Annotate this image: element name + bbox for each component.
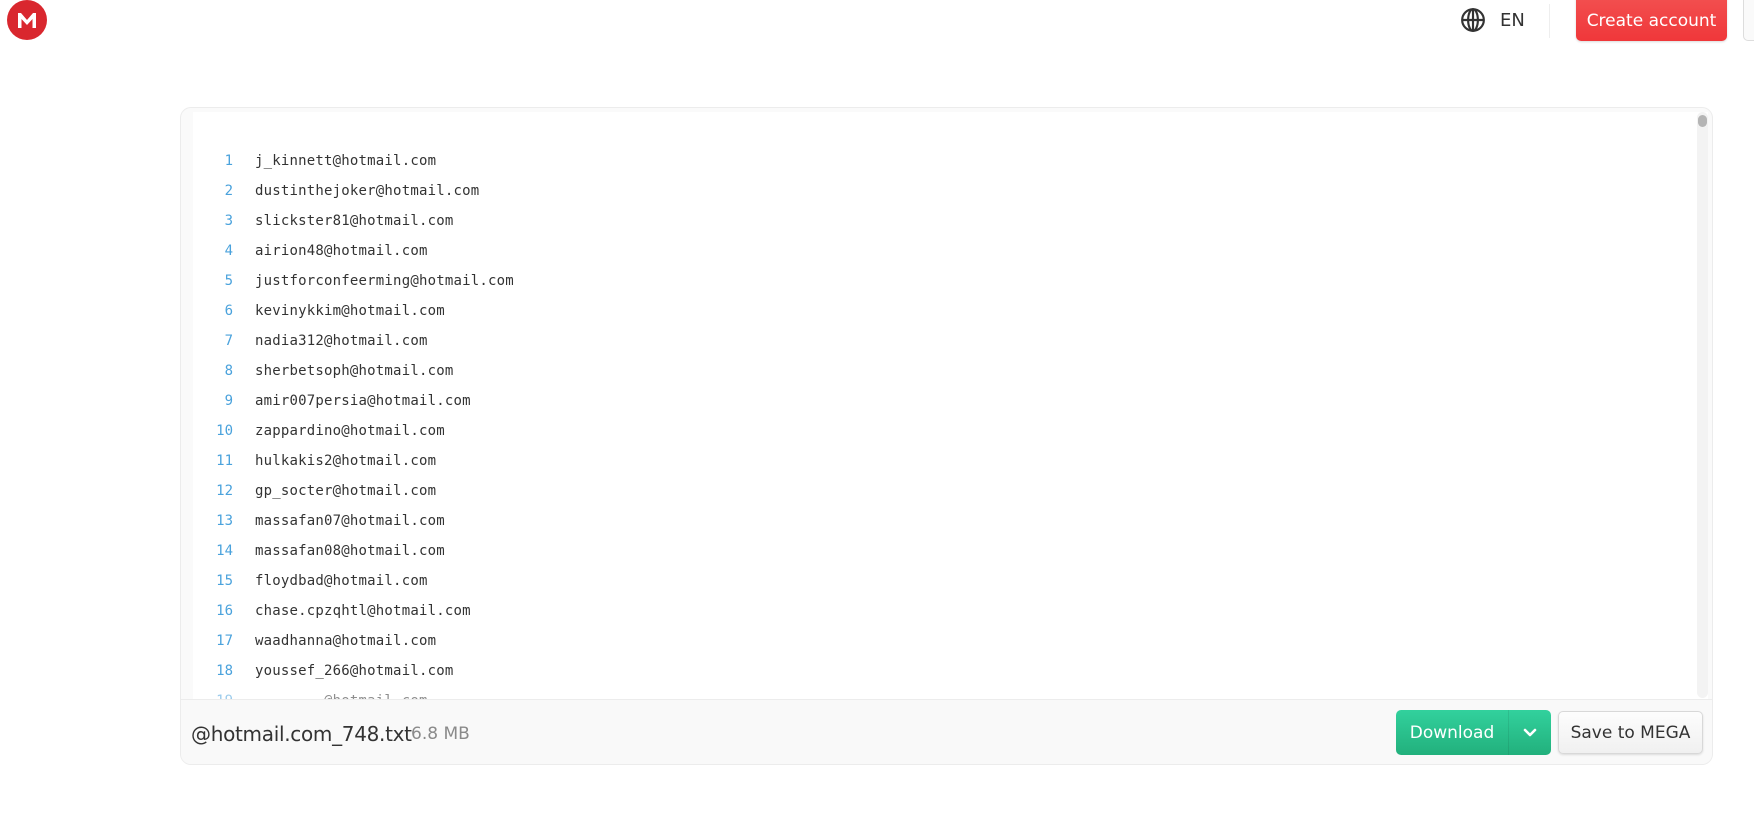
line-text: gp_socter@hotmail.com (255, 483, 437, 499)
line-number: 8 (224, 363, 233, 379)
chevron-down-icon (1523, 728, 1537, 736)
line-text: nadia312@hotmail.com (255, 333, 428, 349)
line-text: sherbetsoph@hotmail.com (255, 363, 454, 379)
line-text: j_kinnett@hotmail.com (255, 153, 437, 169)
line-number: 6 (224, 303, 233, 319)
line-text: justforconfeerming@hotmail.com (255, 273, 514, 289)
line-text: hulkakis2@hotmail.com (255, 453, 437, 469)
text-line: 15 floydbad@hotmail.com (193, 566, 1708, 596)
line-number: 18 (216, 663, 233, 679)
file-size: 6.8 MB (411, 724, 470, 744)
save-to-mega-button[interactable]: Save to MEGA (1558, 711, 1703, 754)
line-number: 15 (216, 573, 233, 589)
header-divider (1549, 4, 1550, 38)
line-number: 1 (224, 153, 233, 169)
mega-m-icon (18, 13, 36, 28)
line-number: 4 (224, 243, 233, 259)
globe-icon (1461, 8, 1485, 32)
line-number: 17 (216, 633, 233, 649)
text-line: 19........@hotmail.com (193, 686, 1708, 699)
line-number: 12 (216, 483, 233, 499)
scrollbar-thumb[interactable] (1698, 115, 1707, 127)
text-line: 6 kevinykkim@hotmail.com (193, 296, 1708, 326)
text-line: 17 waadhanna@hotmail.com (193, 626, 1708, 656)
line-text: amir007persia@hotmail.com (255, 393, 471, 409)
mega-logo[interactable] (7, 0, 47, 40)
language-code: EN (1500, 9, 1525, 31)
file-footer: @hotmail.com_748.txt 6.8 MB Download Sav… (181, 699, 1712, 764)
file-preview-card: 1 j_kinnett@hotmail.com 2 dustinthejoker@ho… (180, 107, 1713, 765)
text-line: 4 airion48@hotmail.com (193, 236, 1708, 266)
line-text: slickster81@hotmail.com (255, 213, 454, 229)
line-text: massafan07@hotmail.com (255, 513, 445, 529)
text-lines: 1 j_kinnett@hotmail.com 2 dustinthejoker@ho… (193, 146, 1708, 699)
text-line: 7 nadia312@hotmail.com (193, 326, 1708, 356)
line-text: waadhanna@hotmail.com (255, 633, 437, 649)
download-options-button[interactable] (1509, 710, 1551, 755)
text-line: 12 gp_socter@hotmail.com (193, 476, 1708, 506)
text-viewer[interactable]: 1 j_kinnett@hotmail.com 2 dustinthejoker@ho… (193, 112, 1708, 699)
line-text: floydbad@hotmail.com (255, 573, 428, 589)
text-line: 16 chase.cpzqhtl@hotmail.com (193, 596, 1708, 626)
text-line: 10 zappardino@hotmail.com (193, 416, 1708, 446)
text-line: 1 j_kinnett@hotmail.com (193, 146, 1708, 176)
line-text: massafan08@hotmail.com (255, 543, 445, 559)
line-text: zappardino@hotmail.com (255, 423, 445, 439)
line-number: 3 (224, 213, 233, 229)
text-line: 5 justforconfeerming@hotmail.com (193, 266, 1708, 296)
text-line: 2 dustinthejoker@hotmail.com (193, 176, 1708, 206)
file-name: @hotmail.com_748.txt (191, 722, 412, 746)
line-number: 14 (216, 543, 233, 559)
text-line: 14 massafan08@hotmail.com (193, 536, 1708, 566)
line-number: 5 (224, 273, 233, 289)
language-selector[interactable]: EN (1460, 6, 1525, 34)
line-number: 10 (216, 423, 233, 439)
line-text: kevinykkim@hotmail.com (255, 303, 445, 319)
line-text: dustinthejoker@hotmail.com (255, 183, 480, 199)
download-button[interactable]: Download (1396, 710, 1508, 755)
viewer-scrollbar[interactable] (1697, 112, 1708, 698)
text-line: 18 youssef_266@hotmail.com (193, 656, 1708, 686)
line-number: 2 (224, 183, 233, 199)
text-line: 3 slickster81@hotmail.com (193, 206, 1708, 236)
text-line: 11 hulkakis2@hotmail.com (193, 446, 1708, 476)
line-text: airion48@hotmail.com (255, 243, 428, 259)
line-number: 7 (224, 333, 233, 349)
line-number: 11 (216, 453, 233, 469)
text-line: 8 sherbetsoph@hotmail.com (193, 356, 1708, 386)
line-number: 16 (216, 603, 233, 619)
create-account-button[interactable]: Create account (1576, 0, 1727, 41)
line-text: youssef_266@hotmail.com (255, 663, 454, 679)
download-button-group: Download (1396, 710, 1551, 755)
text-line: 9 amir007persia@hotmail.com (193, 386, 1708, 416)
line-number: 9 (224, 393, 233, 409)
login-button[interactable] (1743, 0, 1754, 41)
text-line: 13 massafan07@hotmail.com (193, 506, 1708, 536)
line-text: chase.cpzqhtl@hotmail.com (255, 603, 471, 619)
line-number: 13 (216, 513, 233, 529)
